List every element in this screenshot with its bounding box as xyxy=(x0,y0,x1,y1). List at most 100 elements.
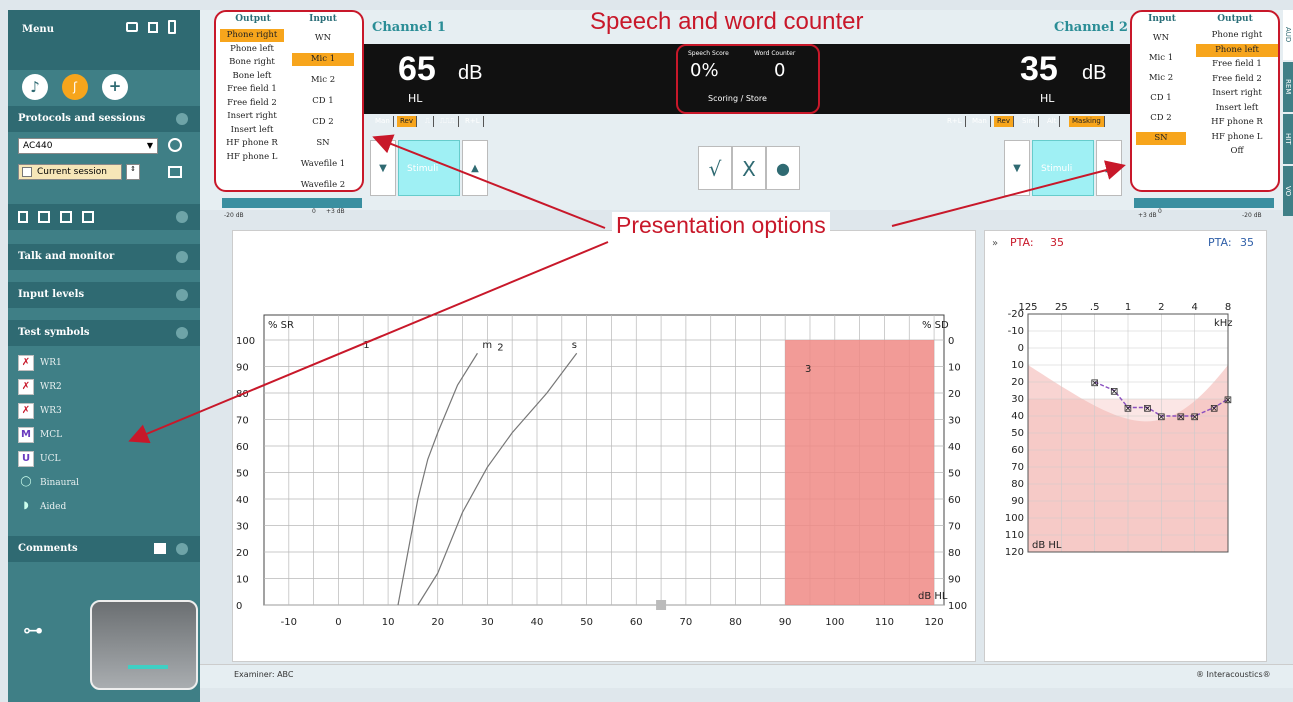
channel1-down-button[interactable]: ▼ xyxy=(370,140,396,196)
left-output-option-2[interactable]: Bone right xyxy=(220,56,284,69)
exit-icon[interactable] xyxy=(168,20,176,34)
channel2-mode-button-0[interactable]: R+L xyxy=(944,116,966,127)
left-output-option-8[interactable]: HF phone R xyxy=(220,137,284,150)
current-session-select[interactable]: Current session xyxy=(18,164,122,180)
left-input-option-7[interactable]: Wavefile 2 xyxy=(292,179,354,192)
record-button[interactable]: ● xyxy=(766,146,800,190)
right-input-option-4[interactable]: CD 2 xyxy=(1136,112,1186,125)
test-symbol-wr2[interactable]: ✗ WR2 xyxy=(18,378,188,396)
test-symbol-aided[interactable]: ◗ Aided xyxy=(18,498,188,516)
save-icon[interactable] xyxy=(148,22,158,33)
audiogram-point[interactable]: ⊠ xyxy=(1124,404,1132,415)
audiogram-point[interactable]: ⊠ xyxy=(1157,412,1165,423)
channel1-mode-button-2[interactable]: ⎍ xyxy=(422,116,434,127)
left-output-option-3[interactable]: Bone left xyxy=(220,70,284,83)
right-output-option-6[interactable]: HF phone R xyxy=(1196,116,1278,129)
tab-vo[interactable]: VO xyxy=(1283,166,1293,216)
channel1-stimuli-button[interactable]: Stimuli xyxy=(398,140,460,196)
add-mode-icon[interactable]: + xyxy=(102,74,128,100)
channel1-mode-button-0[interactable]: Man xyxy=(372,116,394,127)
incorrect-button[interactable]: X xyxy=(732,146,766,190)
right-output-option-8[interactable]: Off xyxy=(1196,145,1278,158)
talk-monitor-header[interactable]: Talk and monitor xyxy=(8,244,200,270)
left-output-option-0[interactable]: Phone right xyxy=(220,29,284,42)
right-output-option-1[interactable]: Phone left xyxy=(1196,43,1278,57)
right-input-option-5[interactable]: SN xyxy=(1136,132,1186,145)
test-symbol-mcl[interactable]: M MCL xyxy=(18,426,188,444)
comments-header[interactable]: Comments xyxy=(8,536,200,562)
audiogram-point[interactable]: ⊠ xyxy=(1190,412,1198,423)
channel2-stimuli-button[interactable]: Stimuli xyxy=(1032,140,1094,196)
level-marker[interactable] xyxy=(656,600,667,610)
correct-button[interactable]: √ xyxy=(698,146,732,190)
left-input-option-1[interactable]: Mic 1 xyxy=(292,53,354,66)
channel2-slider[interactable] xyxy=(1134,198,1274,208)
right-output-option-3[interactable]: Free field 2 xyxy=(1196,73,1278,86)
channel1-mode-button-3[interactable]: ⎍⎍⎍ xyxy=(437,116,459,127)
test-symbol-ucl[interactable]: U UCL xyxy=(18,450,188,468)
left-output-option-1[interactable]: Phone left xyxy=(220,43,284,56)
right-output-option-7[interactable]: HF phone L xyxy=(1196,131,1278,144)
expand-icon[interactable] xyxy=(176,543,188,555)
protocol-settings-icon[interactable] xyxy=(168,138,182,152)
test-symbols-header[interactable]: Test symbols xyxy=(8,320,200,346)
edit-icon[interactable] xyxy=(38,211,50,223)
audiogram-point[interactable]: ⊠ xyxy=(1224,395,1232,406)
collapse-icon[interactable] xyxy=(176,113,188,125)
tools-collapse-icon[interactable] xyxy=(176,211,188,223)
right-output-option-5[interactable]: Insert left xyxy=(1196,102,1278,115)
print-icon[interactable] xyxy=(126,22,138,32)
audiogram-point[interactable]: ⊠ xyxy=(1143,404,1151,415)
right-input-option-2[interactable]: Mic 2 xyxy=(1136,72,1186,85)
channel2-mode-button-4[interactable]: Alt xyxy=(1044,116,1061,127)
channel2-mode-button-1[interactable]: Man xyxy=(969,116,991,127)
channel1-mode-button-1[interactable]: Rev xyxy=(397,116,417,127)
left-output-option-6[interactable]: Insert right xyxy=(220,110,284,123)
left-input-option-5[interactable]: SN xyxy=(292,137,354,150)
left-output-option-9[interactable]: HF phone L xyxy=(220,151,284,164)
speech-audiogram-chart[interactable]: 1009080706050403020100010203040506070809… xyxy=(232,230,976,662)
channel2-up-button[interactable]: ▲ xyxy=(1096,140,1122,196)
menu-label[interactable]: Menu xyxy=(22,24,54,35)
expand-icon[interactable] xyxy=(176,251,188,263)
session-checkbox[interactable] xyxy=(22,167,32,177)
channel2-down-button[interactable]: ▼ xyxy=(1004,140,1030,196)
input-levels-header[interactable]: Input levels xyxy=(8,282,200,308)
collapse-icon[interactable] xyxy=(176,327,188,339)
channel1-mode-button-4[interactable]: R+L xyxy=(462,116,484,127)
session-spinner[interactable]: ⇕ xyxy=(126,164,140,180)
left-input-option-2[interactable]: Mic 2 xyxy=(292,74,354,87)
channel1-up-button[interactable]: ▲ xyxy=(462,140,488,196)
channel2-mode-button-2[interactable]: Rev xyxy=(994,116,1014,127)
right-input-option-1[interactable]: Mic 1 xyxy=(1136,52,1186,65)
session-action-icon[interactable] xyxy=(168,166,182,178)
audiogram-point[interactable]: ⊠ xyxy=(1210,404,1218,415)
left-input-option-0[interactable]: WN xyxy=(292,32,354,45)
lock-icon[interactable] xyxy=(18,211,28,223)
audiogram-point[interactable]: ⊠ xyxy=(1110,387,1118,398)
right-input-option-0[interactable]: WN xyxy=(1136,32,1186,45)
speech-mode-icon[interactable]: ʃ xyxy=(62,74,88,100)
comment-icon[interactable] xyxy=(154,543,166,554)
tab-aud[interactable]: AUD xyxy=(1283,10,1293,60)
left-input-option-4[interactable]: CD 2 xyxy=(292,116,354,129)
tab-rem[interactable]: REM xyxy=(1283,62,1293,112)
audiogram-point[interactable]: ⊠ xyxy=(1177,412,1185,423)
tone-mode-icon[interactable]: ♪ xyxy=(22,74,48,100)
channel2-mode-button-3[interactable]: Sim xyxy=(1019,116,1040,127)
right-output-option-4[interactable]: Insert right xyxy=(1196,87,1278,100)
channel2-mode-button-5[interactable]: Masking xyxy=(1069,116,1105,127)
right-output-option-0[interactable]: Phone right xyxy=(1196,29,1278,42)
audiogram-point[interactable]: ⊠ xyxy=(1090,378,1098,389)
left-input-option-6[interactable]: Wavefile 1 xyxy=(292,158,354,171)
left-input-option-3[interactable]: CD 1 xyxy=(292,95,354,108)
left-output-option-4[interactable]: Free field 1 xyxy=(220,83,284,96)
left-output-option-5[interactable]: Free field 2 xyxy=(220,97,284,110)
test-symbol-wr3[interactable]: ✗ WR3 xyxy=(18,402,188,420)
right-input-option-3[interactable]: CD 1 xyxy=(1136,92,1186,105)
audiogram-chart[interactable]: -20-100102030405060708090100110120125 25.… xyxy=(990,300,1260,560)
test-symbol-binaural[interactable]: ◯ Binaural xyxy=(18,474,188,492)
scoring-store-label[interactable]: Scoring / Store xyxy=(708,94,767,103)
expand-audiogram-icon[interactable]: » xyxy=(992,238,998,249)
expand-icon[interactable] xyxy=(176,289,188,301)
